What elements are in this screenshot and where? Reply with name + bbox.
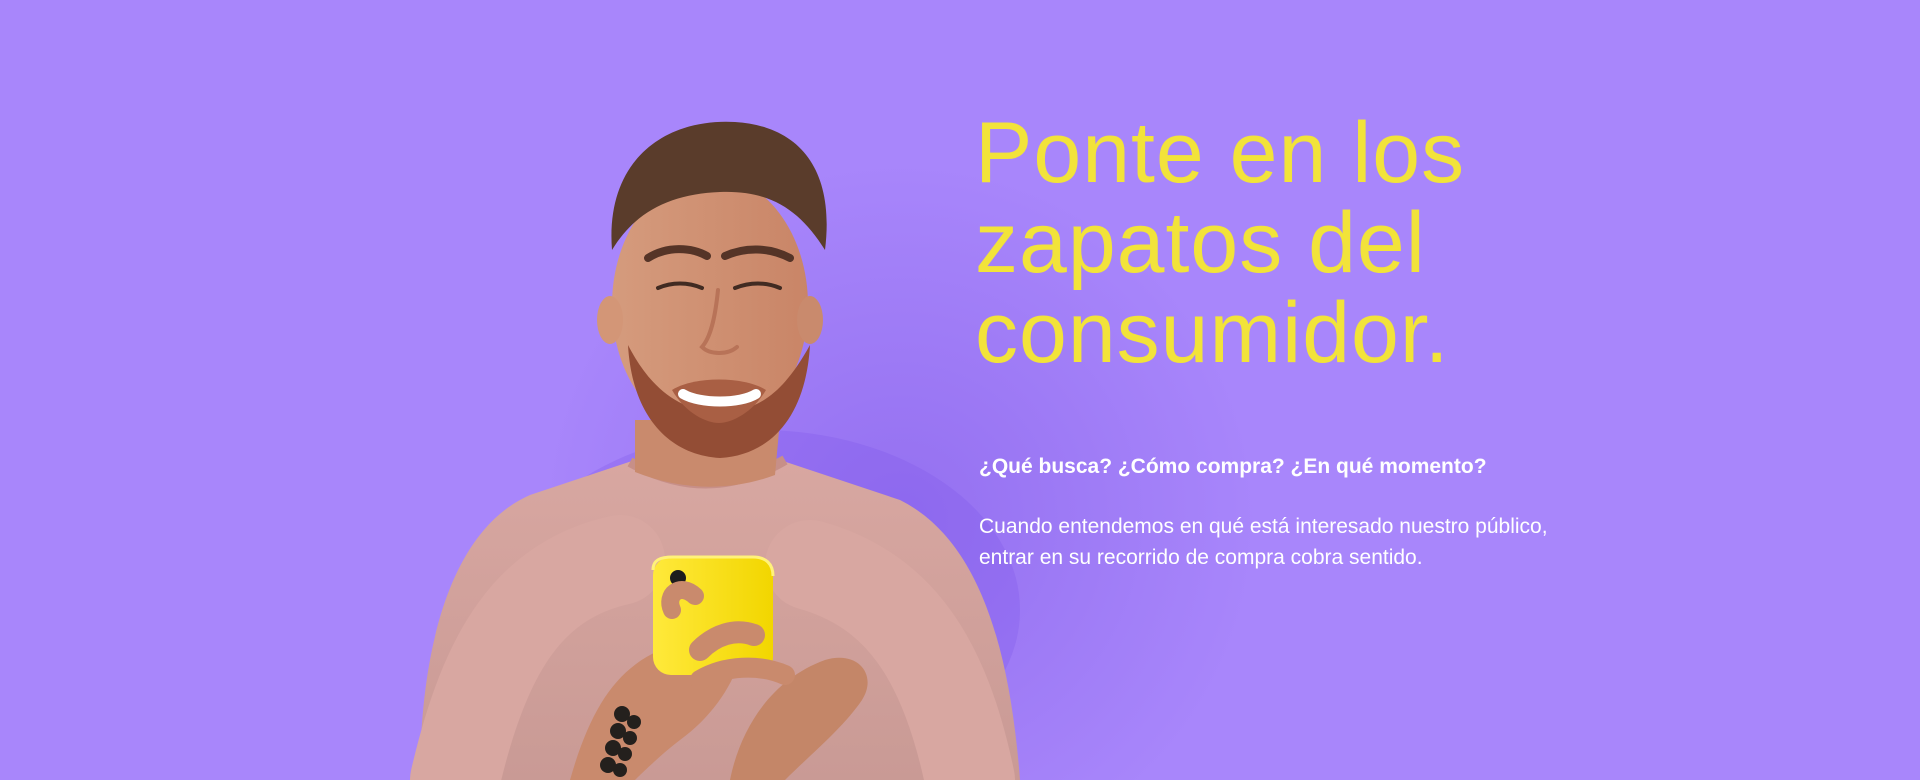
headline-line-2: zapatos del <box>975 195 1426 291</box>
hero-headline: Ponte en los zapatos del consumidor. <box>975 108 1595 378</box>
hero-subheading: ¿Qué busca? ¿Cómo compra? ¿En qué moment… <box>979 455 1487 478</box>
hero-photo <box>410 121 1020 780</box>
headline-line-1: Ponte en los <box>975 105 1466 201</box>
hero-body-text: Cuando entendemos en qué está interesado… <box>979 515 1548 569</box>
hero-section: Ponte en los zapatos del consumidor. ¿Qu… <box>0 0 1920 780</box>
hero-copy: Ponte en los zapatos del consumidor. ¿Qu… <box>975 108 1595 573</box>
headline-line-3: consumidor. <box>975 285 1450 381</box>
